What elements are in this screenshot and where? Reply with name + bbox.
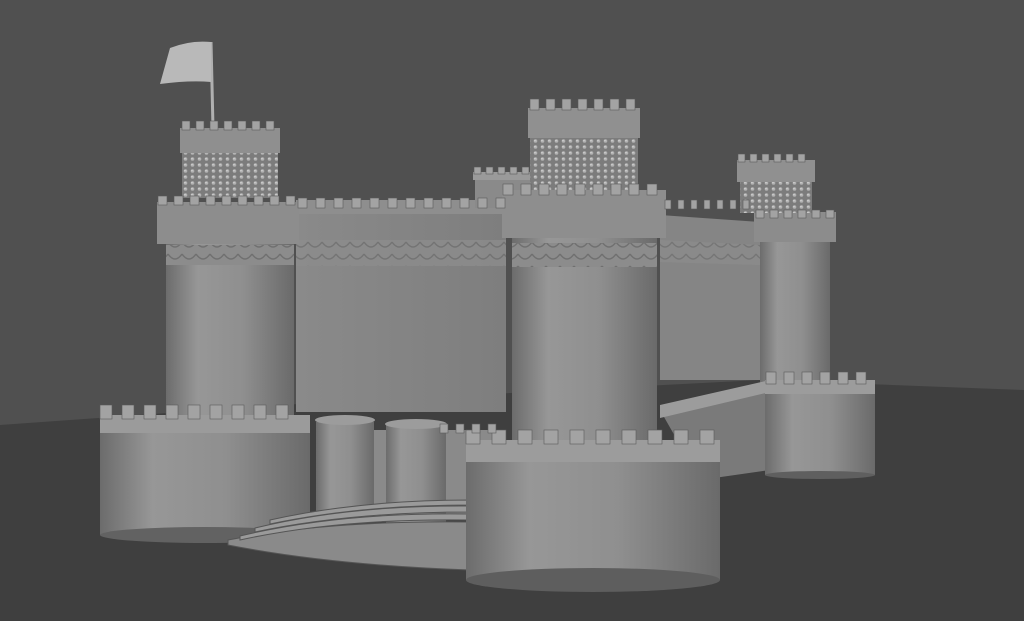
merlon <box>315 197 326 209</box>
merlon <box>209 120 219 131</box>
merlon <box>99 404 113 420</box>
merlon <box>387 197 398 209</box>
merlon <box>625 98 636 111</box>
merlon <box>509 166 518 175</box>
merlon <box>459 197 470 209</box>
merlon <box>181 120 191 131</box>
merlon <box>231 404 245 420</box>
merlon <box>423 197 434 209</box>
merlon <box>811 209 821 219</box>
merlon <box>221 195 232 206</box>
merlon <box>749 153 758 163</box>
merlon <box>253 404 267 420</box>
merlon <box>646 183 658 196</box>
merlon <box>165 404 179 420</box>
merlon <box>677 199 685 210</box>
3d-viewport[interactable] <box>0 0 1024 621</box>
merlon <box>495 197 506 209</box>
merlon <box>473 166 482 175</box>
merlon <box>285 195 296 206</box>
merlon <box>729 199 737 210</box>
merlon <box>455 423 465 434</box>
merlon <box>485 166 494 175</box>
right-base-drum <box>765 380 875 479</box>
merlon <box>209 404 223 420</box>
merlon <box>545 98 556 111</box>
merlon <box>265 120 275 131</box>
merlon <box>520 183 532 196</box>
merlon <box>610 183 622 196</box>
merlon <box>543 429 559 445</box>
merlon <box>819 371 831 385</box>
merlon <box>825 209 835 219</box>
merlon <box>521 166 530 175</box>
merlon <box>351 197 362 209</box>
merlon <box>593 98 604 111</box>
center-base-drum <box>466 440 720 592</box>
merlon <box>783 371 795 385</box>
merlon <box>855 371 867 385</box>
merlon <box>673 429 689 445</box>
merlon <box>737 153 746 163</box>
merlon <box>628 183 640 196</box>
merlon <box>517 429 533 445</box>
merlon <box>195 120 205 131</box>
merlon <box>275 404 289 420</box>
merlon <box>187 404 201 420</box>
merlon <box>769 209 779 219</box>
merlon <box>699 429 715 445</box>
merlon <box>574 183 586 196</box>
merlon <box>477 197 488 209</box>
merlon <box>647 429 663 445</box>
merlon <box>251 120 261 131</box>
merlon <box>253 195 264 206</box>
merlon <box>173 195 184 206</box>
merlon <box>797 153 806 163</box>
merlon <box>742 199 750 210</box>
merlon <box>690 199 698 210</box>
merlon <box>439 423 449 434</box>
merlon <box>487 423 497 434</box>
merlon <box>755 209 765 219</box>
merlon <box>703 199 711 210</box>
merlon <box>761 153 770 163</box>
merlon <box>801 371 813 385</box>
merlon <box>471 423 481 434</box>
merlon <box>157 195 168 206</box>
merlon <box>538 183 550 196</box>
merlon <box>223 120 233 131</box>
merlon <box>621 429 637 445</box>
merlon <box>502 183 514 196</box>
merlon <box>592 183 604 196</box>
merlon <box>205 195 216 206</box>
merlon <box>189 195 200 206</box>
merlon <box>577 98 588 111</box>
merlon <box>497 166 506 175</box>
merlon <box>569 429 585 445</box>
castle-render <box>0 0 1024 621</box>
merlon <box>783 209 793 219</box>
merlon <box>773 153 782 163</box>
merlon <box>333 197 344 209</box>
merlon <box>595 429 611 445</box>
merlon <box>297 197 308 209</box>
merlon <box>837 371 849 385</box>
merlon <box>664 199 672 210</box>
merlon <box>121 404 135 420</box>
merlon <box>237 120 247 131</box>
merlon <box>237 195 248 206</box>
merlon <box>269 195 280 206</box>
merlon <box>556 183 568 196</box>
merlon <box>785 153 794 163</box>
merlon <box>143 404 157 420</box>
merlon <box>405 197 416 209</box>
merlon <box>561 98 572 111</box>
merlon <box>369 197 380 209</box>
merlon <box>441 197 452 209</box>
merlon <box>797 209 807 219</box>
merlon <box>765 371 777 385</box>
merlon <box>716 199 724 210</box>
merlon <box>609 98 620 111</box>
merlon <box>529 98 540 111</box>
